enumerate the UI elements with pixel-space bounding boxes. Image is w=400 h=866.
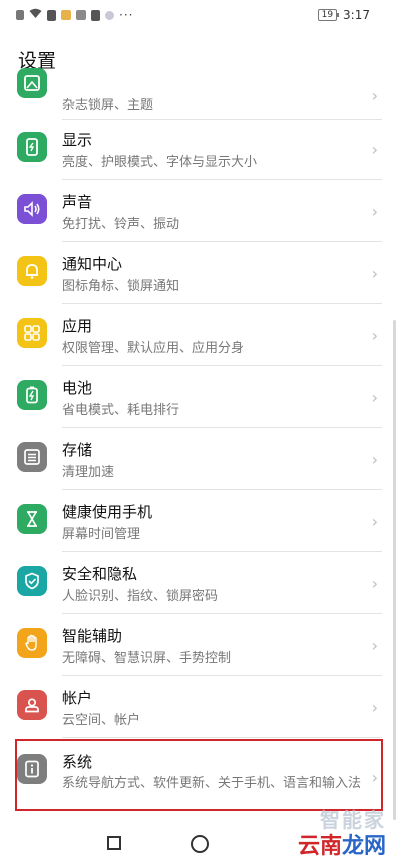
watermark-main-b: 龙网 xyxy=(341,834,386,859)
speaker-icon xyxy=(17,194,47,224)
grid-icon xyxy=(17,318,47,348)
settings-item-subtitle: 杂志锁屏、主题 xyxy=(62,98,154,113)
settings-item-subtitle: 清理加速 xyxy=(62,465,115,480)
user-icon xyxy=(17,690,47,720)
settings-item-title: 显示 xyxy=(62,131,93,149)
chevron-right-icon: › xyxy=(371,450,378,469)
settings-item-title: 智能辅助 xyxy=(62,627,123,645)
settings-item-security[interactable]: 安全和隐私 人脸识别、指纹、锁屏密码 › xyxy=(0,552,400,614)
settings-item-accessibility[interactable]: 智能辅助 无障碍、智慧识屏、手势控制 › xyxy=(0,614,400,676)
home-button[interactable] xyxy=(191,835,209,853)
settings-item-digital-balance[interactable]: 健康使用手机 屏幕时间管理 › xyxy=(0,490,400,552)
settings-item-subtitle: 亮度、护眼模式、字体与显示大小 xyxy=(62,155,258,170)
phone-brightness-icon xyxy=(17,132,47,162)
bell-icon xyxy=(17,256,47,286)
chevron-right-icon: › xyxy=(371,326,378,345)
settings-item-title: 健康使用手机 xyxy=(62,503,153,521)
scrollbar[interactable] xyxy=(393,320,396,820)
app-notification-icon-2 xyxy=(76,10,86,20)
hand-icon xyxy=(17,628,47,658)
battery-indicator: 19 xyxy=(317,9,340,21)
settings-item-subtitle: 人脸识别、指纹、锁屏密码 xyxy=(62,589,219,604)
settings-item-themes[interactable]: 杂志锁屏、主题 › xyxy=(0,68,400,120)
settings-item-display[interactable]: 显示 亮度、护眼模式、字体与显示大小 › xyxy=(0,118,400,180)
chevron-right-icon: › xyxy=(371,86,378,105)
app-notification-icon xyxy=(61,10,71,20)
settings-item-accounts[interactable]: 帐户 云空间、帐户 › xyxy=(0,676,400,738)
watermark-main-a: 云南 xyxy=(297,834,342,859)
recent-apps-button[interactable] xyxy=(107,836,121,850)
settings-item-subtitle: 省电模式、耗电排行 xyxy=(62,403,180,418)
settings-item-apps[interactable]: 应用 权限管理、默认应用、应用分身 › xyxy=(0,304,400,366)
watermark-main-text: 云南龙网 xyxy=(298,828,386,860)
chevron-right-icon: › xyxy=(371,388,378,407)
chevron-right-icon: › xyxy=(371,264,378,283)
settings-item-title: 安全和隐私 xyxy=(62,565,138,583)
chevron-right-icon: › xyxy=(371,202,378,221)
image-icon xyxy=(17,68,47,98)
wifi-icon xyxy=(29,8,42,22)
sd-card-icon xyxy=(91,9,100,21)
settings-item-subtitle: 权限管理、默认应用、应用分身 xyxy=(62,341,245,356)
settings-item-subtitle: 无障碍、智慧识屏、手势控制 xyxy=(62,651,232,666)
notification-icon xyxy=(47,9,56,21)
settings-item-battery[interactable]: 电池 省电模式、耗电排行 › xyxy=(0,366,400,428)
divider xyxy=(62,737,382,738)
battery-icon xyxy=(17,380,47,410)
chevron-right-icon: › xyxy=(371,140,378,159)
settings-item-subtitle: 云空间、帐户 xyxy=(62,713,141,728)
more-notifications-icon: ··· xyxy=(119,8,134,22)
settings-item-subtitle: 屏幕时间管理 xyxy=(62,527,141,542)
status-icons-right: 19 3:17 xyxy=(317,8,370,22)
settings-item-sound[interactable]: 声音 免打扰、铃声、振动 › xyxy=(0,180,400,242)
chevron-right-icon: › xyxy=(371,698,378,717)
shield-icon xyxy=(17,566,47,596)
settings-item-subtitle: 图标角标、锁屏通知 xyxy=(62,279,180,294)
settings-item-title: 应用 xyxy=(62,317,93,335)
chevron-right-icon: › xyxy=(371,512,378,531)
storage-icon xyxy=(17,442,47,472)
settings-item-title: 存储 xyxy=(62,441,93,459)
settings-item-title: 通知中心 xyxy=(62,255,123,273)
chevron-right-icon: › xyxy=(371,574,378,593)
status-icons-left: ··· xyxy=(16,8,133,22)
settings-item-title: 电池 xyxy=(62,379,93,397)
settings-item-title: 声音 xyxy=(62,193,93,211)
highlight-frame xyxy=(15,739,383,811)
sim-icon xyxy=(16,10,24,20)
status-bar: ··· 19 3:17 xyxy=(0,0,400,32)
clock: 3:17 xyxy=(343,8,370,22)
chevron-right-icon: › xyxy=(371,636,378,655)
settings-item-notifications[interactable]: 通知中心 图标角标、锁屏通知 › xyxy=(0,242,400,304)
settings-item-title: 帐户 xyxy=(62,689,93,707)
settings-item-subtitle: 免打扰、铃声、振动 xyxy=(62,217,180,232)
settings-item-storage[interactable]: 存储 清理加速 › xyxy=(0,428,400,490)
app-notification-icon-3 xyxy=(105,10,114,20)
hourglass-icon xyxy=(17,504,47,534)
